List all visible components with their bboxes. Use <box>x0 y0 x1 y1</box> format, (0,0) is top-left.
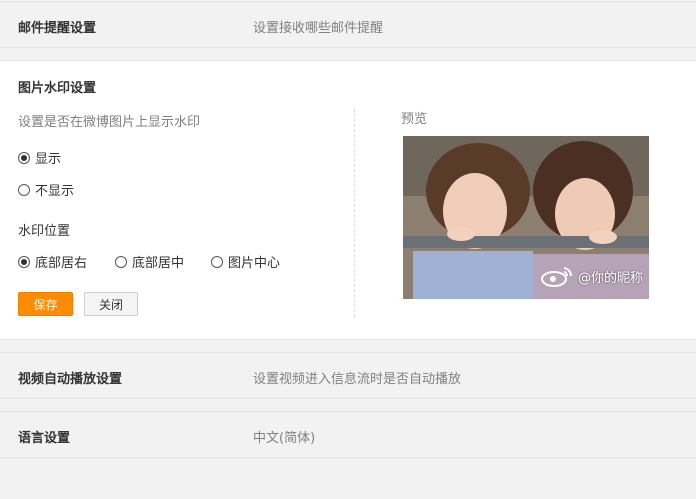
close-button[interactable]: 关闭 <box>84 292 138 316</box>
radio-position-center[interactable]: 图片中心 <box>211 252 280 271</box>
language-settings-desc: 中文(简体) <box>253 431 316 446</box>
video-settings-row[interactable]: 视频自动播放设置 设置视频进入信息流时是否自动播放 <box>0 352 696 399</box>
radio-label-center: 图片中心 <box>228 256 281 271</box>
email-settings-desc: 设置接收哪些邮件提醒 <box>253 21 384 36</box>
language-settings-row[interactable]: 语言设置 中文(简体) <box>0 411 696 458</box>
radio-dot-selected <box>18 151 30 164</box>
radio-label-bottom-right: 底部居右 <box>35 256 88 271</box>
radio-label-bottom-center: 底部居中 <box>132 256 185 271</box>
radio-hide-watermark[interactable]: 不显示 <box>18 180 74 199</box>
weibo-logo-icon <box>540 267 572 287</box>
language-settings-title: 语言设置 <box>18 431 71 446</box>
preview-label: 预览 <box>401 112 428 127</box>
video-settings-title: 视频自动播放设置 <box>18 372 123 387</box>
radio-dot-selected <box>18 255 30 268</box>
watermark-settings-panel: 图片水印设置 设置是否在微博图片上显示水印 显示 不显示 水印位置 底部居右 底… <box>0 60 696 340</box>
radio-dot <box>115 255 127 268</box>
radio-dot <box>211 255 223 268</box>
radio-label-hide: 不显示 <box>35 184 75 199</box>
watermark-hint: 设置是否在微博图片上显示水印 <box>18 115 201 130</box>
watermark-position-label: 水印位置 <box>18 224 71 239</box>
email-settings-row[interactable]: 邮件提醒设置 设置接收哪些邮件提醒 <box>0 1 696 48</box>
save-button[interactable]: 保存 <box>18 292 73 316</box>
radio-position-bottom-center[interactable]: 底部居中 <box>115 252 184 271</box>
radio-position-bottom-right[interactable]: 底部居右 <box>18 252 87 271</box>
watermark-overlay: @你的昵称 <box>540 265 643 287</box>
divider <box>354 109 355 317</box>
radio-show-watermark[interactable]: 显示 <box>18 148 61 167</box>
watermark-text: @你的昵称 <box>577 270 643 286</box>
video-settings-desc: 设置视频进入信息流时是否自动播放 <box>253 372 462 387</box>
watermark-settings-title: 图片水印设置 <box>18 81 97 96</box>
radio-label-show: 显示 <box>35 152 62 167</box>
radio-dot <box>18 183 30 196</box>
email-settings-title: 邮件提醒设置 <box>18 21 97 36</box>
preview-image: @你的昵称 <box>403 136 649 299</box>
